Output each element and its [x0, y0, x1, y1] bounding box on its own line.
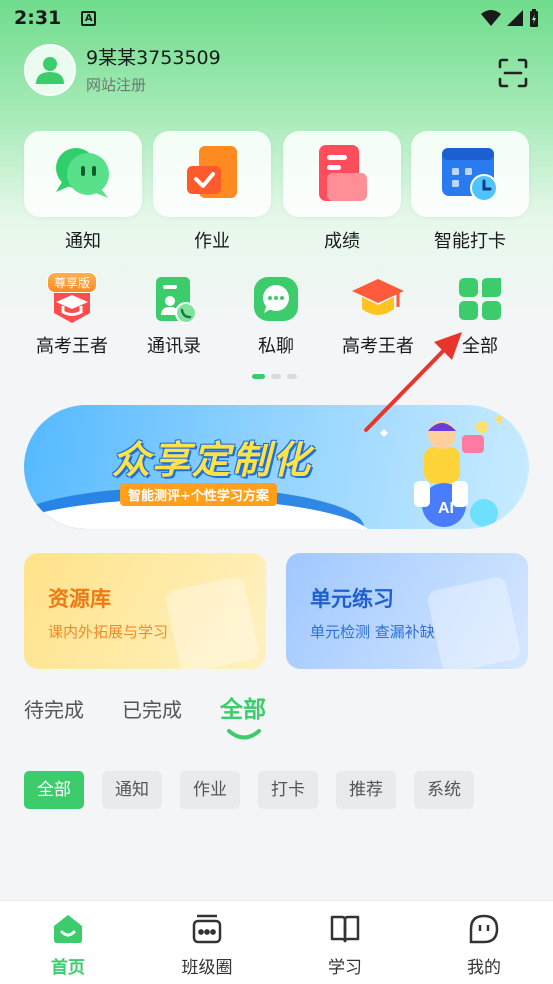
all-grid-icon — [459, 278, 501, 320]
task-status-tabs: 待完成 已完成 全部 — [24, 694, 304, 740]
resource-library-card[interactable]: 资源库 课内外拓展与学习 — [24, 553, 266, 669]
battery-icon — [530, 9, 538, 27]
feature-homework[interactable]: 作业 — [153, 131, 271, 253]
quick-gaokao-premium[interactable]: 尊享版 高考王者 — [22, 268, 122, 358]
book-icon — [330, 915, 360, 943]
user-profile[interactable]: 9某某3753509 网站注册 — [24, 44, 221, 96]
promo-banner[interactable]: 众享定制化 智能测评+个性学习方案 AI — [24, 405, 529, 529]
scan-button[interactable] — [496, 56, 530, 90]
card-decoration — [426, 575, 522, 669]
homework-icon — [187, 146, 237, 198]
nav-label: 首页 — [51, 958, 85, 978]
nav-class-circle[interactable]: 班级圈 — [157, 911, 257, 978]
nav-label: 班级圈 — [181, 958, 233, 978]
feature-label: 通知 — [65, 231, 101, 252]
feature-notification[interactable]: 通知 — [24, 131, 142, 253]
pager-dot — [271, 374, 281, 379]
tab-pending[interactable]: 待完成 — [24, 694, 84, 726]
tab-completed[interactable]: 已完成 — [122, 694, 182, 726]
calendar-clock-icon — [442, 148, 498, 202]
quick-private-chat[interactable]: 私聊 — [226, 268, 326, 358]
feature-card[interactable] — [24, 131, 142, 217]
status-bar: 2:31 A — [0, 0, 553, 36]
status-icons — [481, 9, 539, 27]
feature-label: 成绩 — [324, 231, 360, 252]
feature-label: 作业 — [194, 231, 230, 252]
notification-a-icon: A — [81, 10, 97, 26]
svg-text:AI: AI — [438, 500, 454, 517]
bottom-navigation: 首页 班级圈 学习 我的 — [0, 900, 553, 984]
graduation-cap-icon — [352, 279, 404, 315]
chip-homework[interactable]: 作业 — [180, 771, 240, 809]
chip-notification[interactable]: 通知 — [102, 771, 162, 809]
user-registration-source: 网站注册 — [86, 76, 147, 94]
scan-icon — [498, 58, 528, 88]
nav-home[interactable]: 首页 — [18, 911, 118, 978]
tab-all-label: 全部 — [220, 697, 266, 723]
quick-all[interactable]: 全部 — [430, 268, 530, 358]
feature-scores[interactable]: 成绩 — [283, 131, 401, 253]
chat-bubble-icon — [56, 148, 109, 198]
nav-study[interactable]: 学习 — [295, 911, 395, 978]
nav-label: 我的 — [467, 958, 501, 978]
quick-feature-label: 通讯录 — [147, 336, 201, 357]
feature-card[interactable] — [283, 131, 401, 217]
chip-recommend[interactable]: 推荐 — [336, 771, 396, 809]
quick-contacts[interactable]: 通讯录 — [124, 268, 224, 358]
quick-feature-label: 高考王者 — [36, 336, 108, 357]
active-tab-indicator-icon — [227, 729, 261, 740]
pager-dot — [252, 374, 265, 379]
banner-title: 众享定制化 — [112, 438, 313, 482]
user-avatar-icon — [36, 57, 64, 84]
quick-feature-label: 私聊 — [258, 336, 294, 357]
feature-card[interactable] — [411, 131, 529, 217]
unit-practice-card[interactable]: 单元练习 单元检测 查漏补缺 — [286, 553, 528, 669]
pager-indicator — [252, 374, 297, 379]
profile-face-icon — [469, 914, 499, 944]
feature-smart-checkin[interactable]: 智能打卡 — [411, 131, 529, 253]
home-icon — [54, 915, 82, 943]
quick-feature-label: 全部 — [462, 336, 498, 357]
pager-dot — [287, 374, 297, 379]
student-illustration-icon: AI — [380, 413, 504, 527]
feature-card[interactable] — [153, 131, 271, 217]
quick-gaokao[interactable]: 高考王者 — [328, 268, 428, 358]
class-circle-icon — [192, 914, 222, 944]
quick-feature-label: 高考王者 — [342, 336, 414, 357]
nav-profile[interactable]: 我的 — [434, 911, 534, 978]
filter-chips: 全部 通知 作业 打卡 推荐 系统 — [24, 771, 474, 809]
card-decoration — [164, 575, 260, 669]
user-name: 9某某3753509 — [86, 47, 221, 69]
wifi-icon — [481, 10, 501, 26]
chip-all[interactable]: 全部 — [24, 771, 84, 809]
chip-system[interactable]: 系统 — [414, 771, 474, 809]
chip-checkin[interactable]: 打卡 — [258, 771, 318, 809]
score-document-icon — [319, 145, 367, 201]
tab-all[interactable]: 全部 — [220, 694, 266, 740]
contacts-icon — [156, 277, 197, 324]
premium-badge: 尊享版 — [46, 272, 98, 293]
private-chat-icon — [254, 277, 298, 321]
avatar[interactable] — [24, 44, 76, 96]
feature-label: 智能打卡 — [434, 231, 506, 252]
banner-subtitle: 智能测评+个性学习方案 — [120, 483, 277, 506]
signal-icon — [507, 10, 523, 26]
status-time: 2:31 — [14, 7, 62, 29]
nav-label: 学习 — [328, 958, 362, 978]
